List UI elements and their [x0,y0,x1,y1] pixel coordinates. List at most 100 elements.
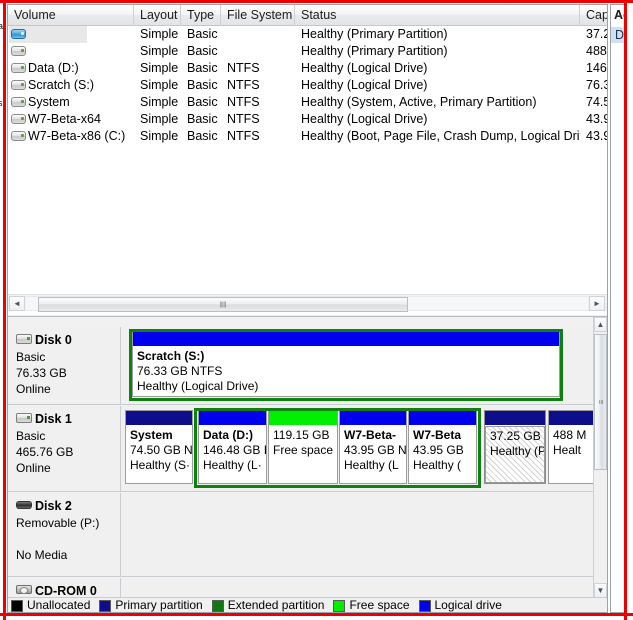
volume-row[interactable]: Simple Basic Healthy (Primary Partition) 48… [8,43,607,60]
volume-drive-icon [11,131,26,141]
legend-item-primary-partition: Primary partition [99,599,203,612]
volume-cell-capa: 43.95 [586,129,607,143]
disk-row-disk-0[interactable]: Disk 0 Basic 76.33 GB Online Scratch (S:) 76.… [8,327,593,405]
disk-info-panel[interactable]: Disk 1 Basic 465.76 GB Online [8,406,121,491]
partition-name-label: Data (D:) [203,428,253,442]
partition-block[interactable]: W7-Beta 43.95 GB Healthy ( [408,410,477,484]
volume-cell-status: Healthy (Logical Drive) [301,61,428,75]
volume-row[interactable]: System Simple Basic NTFS Healthy (System, Ac… [8,94,607,111]
hscroll-left-arrow-button[interactable]: ◄ [9,296,25,311]
disk-pane-vscrollbar[interactable]: ▲ ≡ ▼ [593,317,607,612]
volume-cell-type: Basic [187,27,218,41]
partition-block[interactable]: Data (D:) 146.48 GB I Healthy (L· [198,410,267,484]
column-header-layout[interactable]: Layout [134,5,181,26]
volume-cell-file-system [227,26,295,43]
actions-pane: Ac Di [610,4,625,613]
partition-color-bar [199,411,266,425]
volume-row[interactable]: Simple Basic Healthy (Primary Partition) 37… [8,26,607,43]
disk-size-label: 76.33 GB [16,366,67,380]
volume-list-pane: VolumeLayoutTypeFile SystemStatusCapa· S… [8,5,607,315]
volume-cell-status: Healthy (Primary Partition) [301,44,448,58]
partition-details: Scratch (S:) 76.33 GB NTFS Healthy (Logica… [133,347,559,396]
partition-status-label: Healthy (P· [490,444,545,458]
partition-details: 488 M Healt [549,426,593,483]
volume-cell-capa: 37.25 [586,27,607,41]
vscroll-up-arrow-button[interactable]: ▲ [594,317,607,332]
partition-block[interactable]: Scratch (S:) 76.33 GB NTFS Healthy (Logica… [132,331,560,397]
partition-details: Data (D:) 146.48 GB I Healthy (L· [199,426,266,483]
volume-row[interactable]: W7-Beta-x64 Simple Basic NTFS Healthy (Logic… [8,111,607,128]
partition-details: System 74.50 GB N Healthy (S· [126,426,192,483]
volume-cell-type: Basic [187,44,218,58]
volume-cell-volume: Scratch (S:) [28,78,94,92]
disk-type-label: Removable (P:) [16,516,100,530]
partition-status-label: Healthy (S· [130,458,191,472]
disk-size-label: 465.76 GB [16,445,74,459]
column-header-file-system[interactable]: File System [221,5,295,26]
partition-size-label: 76.33 GB NTFS [137,364,223,378]
legend-swatch [333,599,346,612]
volume-cell-status: Healthy (Logical Drive) [301,112,428,126]
column-header-volume[interactable]: Volume [8,5,134,26]
column-header-type[interactable]: Type [181,5,221,26]
volume-row[interactable]: W7-Beta-x86 (C:) Simple Basic NTFS Healthy (… [8,128,607,145]
hscroll-track[interactable]: ‖‖ [26,296,588,312]
partition-details: W7-Beta 43.95 GB Healthy ( [409,426,476,483]
disk-management-content: VolumeLayoutTypeFile SystemStatusCapa· S… [7,4,608,613]
column-header-status[interactable]: Status [295,5,580,26]
volume-row[interactable]: Data (D:) Simple Basic NTFS Healthy (Logical… [8,60,607,77]
legend-label: Extended partition [227,598,325,612]
partition-block[interactable]: 37.25 GB Healthy (P· [484,410,546,484]
disk-partition-strip: Scratch (S:) 76.33 GB NTFS Healthy (Logica… [122,327,593,404]
partition-block[interactable]: 488 M Healt [548,410,594,484]
legend-item-unallocated: Unallocated [11,599,90,612]
partition-size-label: 43.95 GB N [344,443,406,457]
hscroll-right-arrow-button[interactable]: ► [589,296,605,311]
volume-row[interactable]: Scratch (S:) Simple Basic NTFS Healthy (Logi… [8,77,607,94]
partition-details: 119.15 GB Free space [269,426,337,483]
volume-cell-capa: 74.50 [586,95,607,109]
chevron-left-icon: ◄ [13,298,21,308]
volume-cell-type: Basic [187,61,218,75]
legend-label: Free space [349,598,410,612]
volume-cell-capa: 488 M [586,44,607,58]
volume-cell-file-system [227,43,295,60]
volume-cell-file-system: NTFS [227,129,260,143]
volume-list-hscrollbar[interactable]: ◄ ‖‖ ► [8,294,607,312]
volume-cell-volume [28,26,134,43]
volume-cell-type: Basic [187,129,218,143]
partition-block[interactable]: 119.15 GB Free space [268,410,338,484]
hscroll-thumb[interactable]: ‖‖ [38,297,408,312]
column-header-capa[interactable]: Capa· [580,5,607,26]
chevron-up-icon: ▲ [596,319,605,329]
removable-disk-icon [16,501,32,509]
vscroll-down-arrow-button[interactable]: ▼ [594,583,607,598]
disk-row-disk-2[interactable]: Disk 2 Removable (P:) No Media [8,493,593,577]
hard-disk-icon [16,334,32,344]
actions-item-disk-management[interactable]: Di [611,27,624,43]
volume-drive-icon [11,80,26,90]
disk-partition-strip [122,493,593,576]
legend-label: Unallocated [27,598,91,612]
volume-cell-file-system: NTFS [227,61,260,75]
volume-cell-layout: Simple [140,129,179,143]
vscroll-thumb[interactable]: ≡ [594,334,607,470]
volume-cell-type: Basic [187,112,218,126]
disk-type-label: Basic [16,429,46,443]
partition-status-label: Healthy (L [344,458,399,472]
volume-cell-layout: Simple [140,95,179,109]
partition-block[interactable]: System 74.50 GB N Healthy (S· [125,410,193,484]
disk-name-label: Disk 1 [35,412,72,426]
volume-cell-file-system: NTFS [227,112,260,126]
disk-state-label: No Media [16,548,68,562]
volume-cell-volume: Data (D:) [28,61,79,75]
disk-title: Disk 2 [16,498,116,514]
volume-drive-icon [11,63,26,73]
disk-info-panel[interactable]: Disk 0 Basic 76.33 GB Online [8,327,121,404]
volume-list-header: VolumeLayoutTypeFile SystemStatusCapa· [8,5,607,26]
partition-color-bar [269,411,337,425]
partition-color-bar [409,411,476,425]
disk-info-panel[interactable]: Disk 2 Removable (P:) No Media [8,493,121,576]
disk-row-disk-1[interactable]: Disk 1 Basic 465.76 GB Online System 74.50 GB… [8,406,594,492]
partition-block[interactable]: W7-Beta- 43.95 GB N Healthy (L [339,410,407,484]
